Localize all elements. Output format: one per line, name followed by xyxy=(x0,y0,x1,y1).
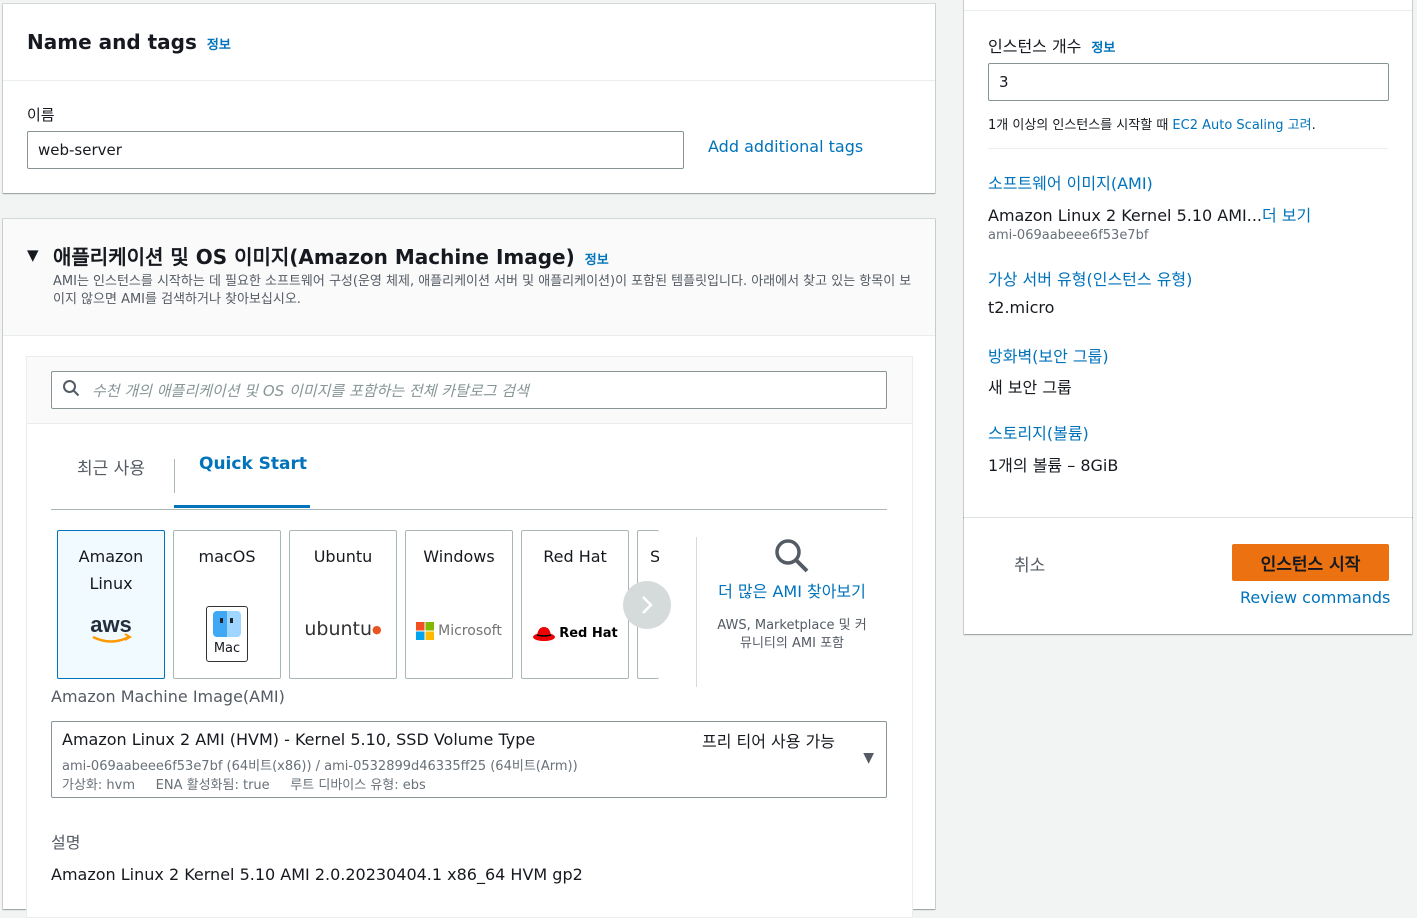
actions-panel: 취소 인스턴스 시작 Review commands xyxy=(964,518,1412,634)
ami-catalog-box: 수천 개의 애플리케이션 및 OS 이미지를 포함하는 전체 카탈로그 검색 최… xyxy=(26,356,913,918)
os-card-ubuntu[interactable]: Ubuntu ubuntu ● xyxy=(289,530,397,679)
os-card-label: Amazon Linux xyxy=(78,547,144,593)
os-card-windows[interactable]: Windows Microsoft xyxy=(405,530,513,679)
mac-logo-text: Mac xyxy=(213,641,241,656)
software-image-name: Amazon Linux 2 Kernel 5.10 AMI... xyxy=(988,206,1262,225)
ami-panel: ▼ 애플리케이션 및 OS 이미지(Amazon Machine Image) 정… xyxy=(3,219,935,918)
name-input[interactable]: web-server xyxy=(27,131,684,169)
ami-select-label: Amazon Machine Image(AMI) xyxy=(51,687,285,706)
os-card-label: macOS xyxy=(198,547,256,566)
os-card-label: Red Hat xyxy=(543,547,607,566)
instance-count-info-link[interactable]: 정보 xyxy=(1091,41,1115,56)
summary-divider xyxy=(988,148,1388,149)
firewall-value: 새 보안 그룹 xyxy=(988,378,1072,397)
ami-header-area: ▼ 애플리케이션 및 OS 이미지(Amazon Machine Image) 정… xyxy=(3,219,935,336)
note-suffix: . xyxy=(1311,118,1316,133)
browse-more-amis[interactable]: 더 많은 AMI 찾아보기 AWS, Marketplace 및 커뮤니티의 A… xyxy=(712,537,872,653)
instance-type-link[interactable]: 가상 서버 유형(인스턴스 유형) xyxy=(988,266,1192,290)
firewall-link[interactable]: 방화벽(보안 그룹) xyxy=(988,343,1109,367)
tab-baseline xyxy=(51,509,887,510)
name-tags-divider xyxy=(3,80,935,81)
search-icon xyxy=(62,379,80,402)
scroll-next-button[interactable] xyxy=(623,581,671,629)
name-label: 이름 xyxy=(27,106,55,124)
ubuntu-logo-text: ubuntu xyxy=(304,618,373,640)
ami-header: 애플리케이션 및 OS 이미지(Amazon Machine Image) 정보 xyxy=(53,241,609,270)
instance-count-header: 인스턴스 개수 정보 xyxy=(988,33,1115,57)
see-more-link[interactable]: 더 보기 xyxy=(1262,206,1311,225)
summary-top-divider xyxy=(964,10,1412,11)
microsoft-logo-icon: Microsoft xyxy=(406,622,512,640)
launch-instance-button[interactable]: 인스턴스 시작 xyxy=(1232,544,1389,581)
ami-description: AMI는 인스턴스를 시작하는 데 필요한 소프트웨어 구성(운영 체제, 애플… xyxy=(53,274,912,307)
free-tier-badge: 프리 티어 사용 가능 xyxy=(702,732,836,751)
tab-separator xyxy=(174,459,175,493)
description-label: 설명 xyxy=(51,833,81,852)
os-card-red-hat[interactable]: Red Hat Red Hat xyxy=(521,530,629,679)
name-tags-title: Name and tags xyxy=(27,30,197,54)
storage-value: 1개의 볼륨 – 8GiB xyxy=(988,456,1119,475)
ami-info-link[interactable]: 정보 xyxy=(585,253,609,268)
name-tags-info-link[interactable]: 정보 xyxy=(207,38,231,53)
software-image-link[interactable]: 소프트웨어 이미지(AMI) xyxy=(988,170,1153,194)
ami-title: 애플리케이션 및 OS 이미지(Amazon Machine Image) xyxy=(53,245,575,269)
redhat-logo-icon: Red Hat xyxy=(522,624,628,642)
browse-more-link[interactable]: 더 많은 AMI 찾아보기 xyxy=(712,579,872,605)
name-tags-panel: Name and tags 정보 이름 web-server Add additi… xyxy=(3,4,935,193)
software-image-id: ami-069aabeee6f53e7bf xyxy=(988,228,1149,243)
caret-down-icon: ▼ xyxy=(863,750,874,766)
auto-scaling-note: 1개 이상의 인스턴스를 시작할 때 EC2 Auto Scaling 고려. xyxy=(988,114,1316,133)
note-prefix: 1개 이상의 인스턴스를 시작할 때 xyxy=(988,118,1173,133)
os-card-macos[interactable]: macOS Mac xyxy=(173,530,281,679)
microsoft-logo-text: Microsoft xyxy=(438,623,502,639)
ami-selected-meta: 가상화: hvm ENA 활성화됨: true 루트 디바이스 유형: ebs xyxy=(62,778,426,793)
summary-panel: 인스턴스 개수 정보 3 1개 이상의 인스턴스를 시작할 때 EC2 Auto … xyxy=(964,0,1412,518)
mac-logo-icon: Mac xyxy=(174,606,280,662)
instance-count-label: 인스턴스 개수 xyxy=(988,37,1082,56)
storage-link[interactable]: 스토리지(볼륨) xyxy=(988,420,1089,444)
ami-search-input[interactable]: 수천 개의 애플리케이션 및 OS 이미지를 포함하는 전체 카탈로그 검색 xyxy=(51,371,887,409)
browse-separator xyxy=(696,537,697,687)
review-commands-link[interactable]: Review commands xyxy=(1240,588,1390,607)
os-card-label: Ubuntu xyxy=(313,547,373,566)
cancel-button[interactable]: 취소 xyxy=(1014,551,1045,576)
search-placeholder: 수천 개의 애플리케이션 및 OS 이미지를 포함하는 전체 카탈로그 검색 xyxy=(92,381,529,400)
tab-quick-start[interactable]: Quick Start xyxy=(199,454,307,474)
ami-selected-ids: ami-069aabeee6f53e7bf (64비트(x86)) / ami-… xyxy=(62,759,578,774)
instance-count-input[interactable]: 3 xyxy=(988,63,1389,101)
description-value: Amazon Linux 2 Kernel 5.10 AMI 2.0.20230… xyxy=(51,865,583,884)
redhat-logo-text: Red Hat xyxy=(559,625,618,641)
browse-search-icon xyxy=(712,537,872,579)
chevron-right-icon xyxy=(642,596,653,614)
name-tags-header: Name and tags 정보 xyxy=(27,30,231,54)
search-area: 수천 개의 애플리케이션 및 OS 이미지를 포함하는 전체 카탈로그 검색 xyxy=(27,357,912,424)
os-card-amazon-linux[interactable]: Amazon Linux aws xyxy=(57,530,165,679)
ami-selected-name: Amazon Linux 2 AMI (HVM) - Kernel 5.10, … xyxy=(62,730,536,749)
ami-select[interactable]: Amazon Linux 2 AMI (HVM) - Kernel 5.10, … xyxy=(51,721,887,798)
auto-scaling-link[interactable]: EC2 Auto Scaling 고려 xyxy=(1172,118,1311,133)
os-card-label: Windows xyxy=(423,547,495,566)
instance-type-value: t2.micro xyxy=(988,298,1055,317)
collapse-caret-icon[interactable]: ▼ xyxy=(27,246,39,264)
browse-more-sub: AWS, Marketplace 및 커뮤니티의 AMI 포함 xyxy=(717,618,867,651)
ubuntu-logo-icon: ubuntu ● xyxy=(304,618,382,640)
software-image-value: Amazon Linux 2 Kernel 5.10 AMI...더 보기 xyxy=(988,202,1311,226)
tab-recent[interactable]: 최근 사용 xyxy=(77,454,145,479)
active-tab-indicator xyxy=(174,505,310,508)
add-additional-tags-link[interactable]: Add additional tags xyxy=(708,137,863,156)
aws-logo-icon: aws xyxy=(58,612,164,648)
os-card-label: S xyxy=(638,543,659,570)
